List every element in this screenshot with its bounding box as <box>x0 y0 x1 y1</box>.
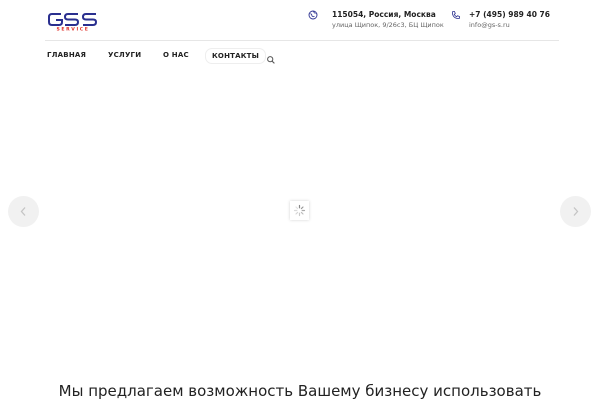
logo-subtitle: SERVICE <box>57 27 90 32</box>
address-city: 115054, Россия, Москва <box>332 10 436 19</box>
nav-item-about[interactable]: О НАС <box>163 48 189 62</box>
slider-loader <box>290 201 309 220</box>
page: SERVICE 115054, Россия, Москва улица Щип… <box>0 0 600 400</box>
search-icon[interactable] <box>266 50 276 64</box>
nav-item-contacts[interactable]: КОНТАКТЫ <box>205 48 267 64</box>
hero-tagline: Мы предлагаем возможность Вашему бизнесу… <box>58 382 542 400</box>
address-block: 115054, Россия, Москва улица Щипок, 9/26… <box>332 10 444 30</box>
phone-icon <box>451 5 461 20</box>
phone-number[interactable]: +7 (495) 989 40 76 <box>469 10 550 20</box>
nav-item-home[interactable]: ГЛАВНАЯ <box>47 48 86 62</box>
logo-mark: SERVICE <box>48 13 98 32</box>
chevron-left-icon <box>20 207 26 216</box>
spinner-icon <box>293 204 306 217</box>
site-logo[interactable]: SERVICE <box>47 12 99 31</box>
address-street: улица Щипок, 9/26с3, БЦ Щипок <box>332 21 444 29</box>
slider-next-button[interactable] <box>560 196 591 227</box>
chevron-right-icon <box>573 207 579 216</box>
nav-item-services[interactable]: УСЛУГИ <box>108 48 141 62</box>
globe-icon <box>308 5 318 20</box>
header-divider <box>45 40 559 41</box>
slider-prev-button[interactable] <box>8 196 39 227</box>
email-link[interactable]: info@gs-s.ru <box>469 20 550 30</box>
hero-slider <box>0 70 600 350</box>
contact-block: +7 (495) 989 40 76 info@gs-s.ru <box>469 10 550 30</box>
